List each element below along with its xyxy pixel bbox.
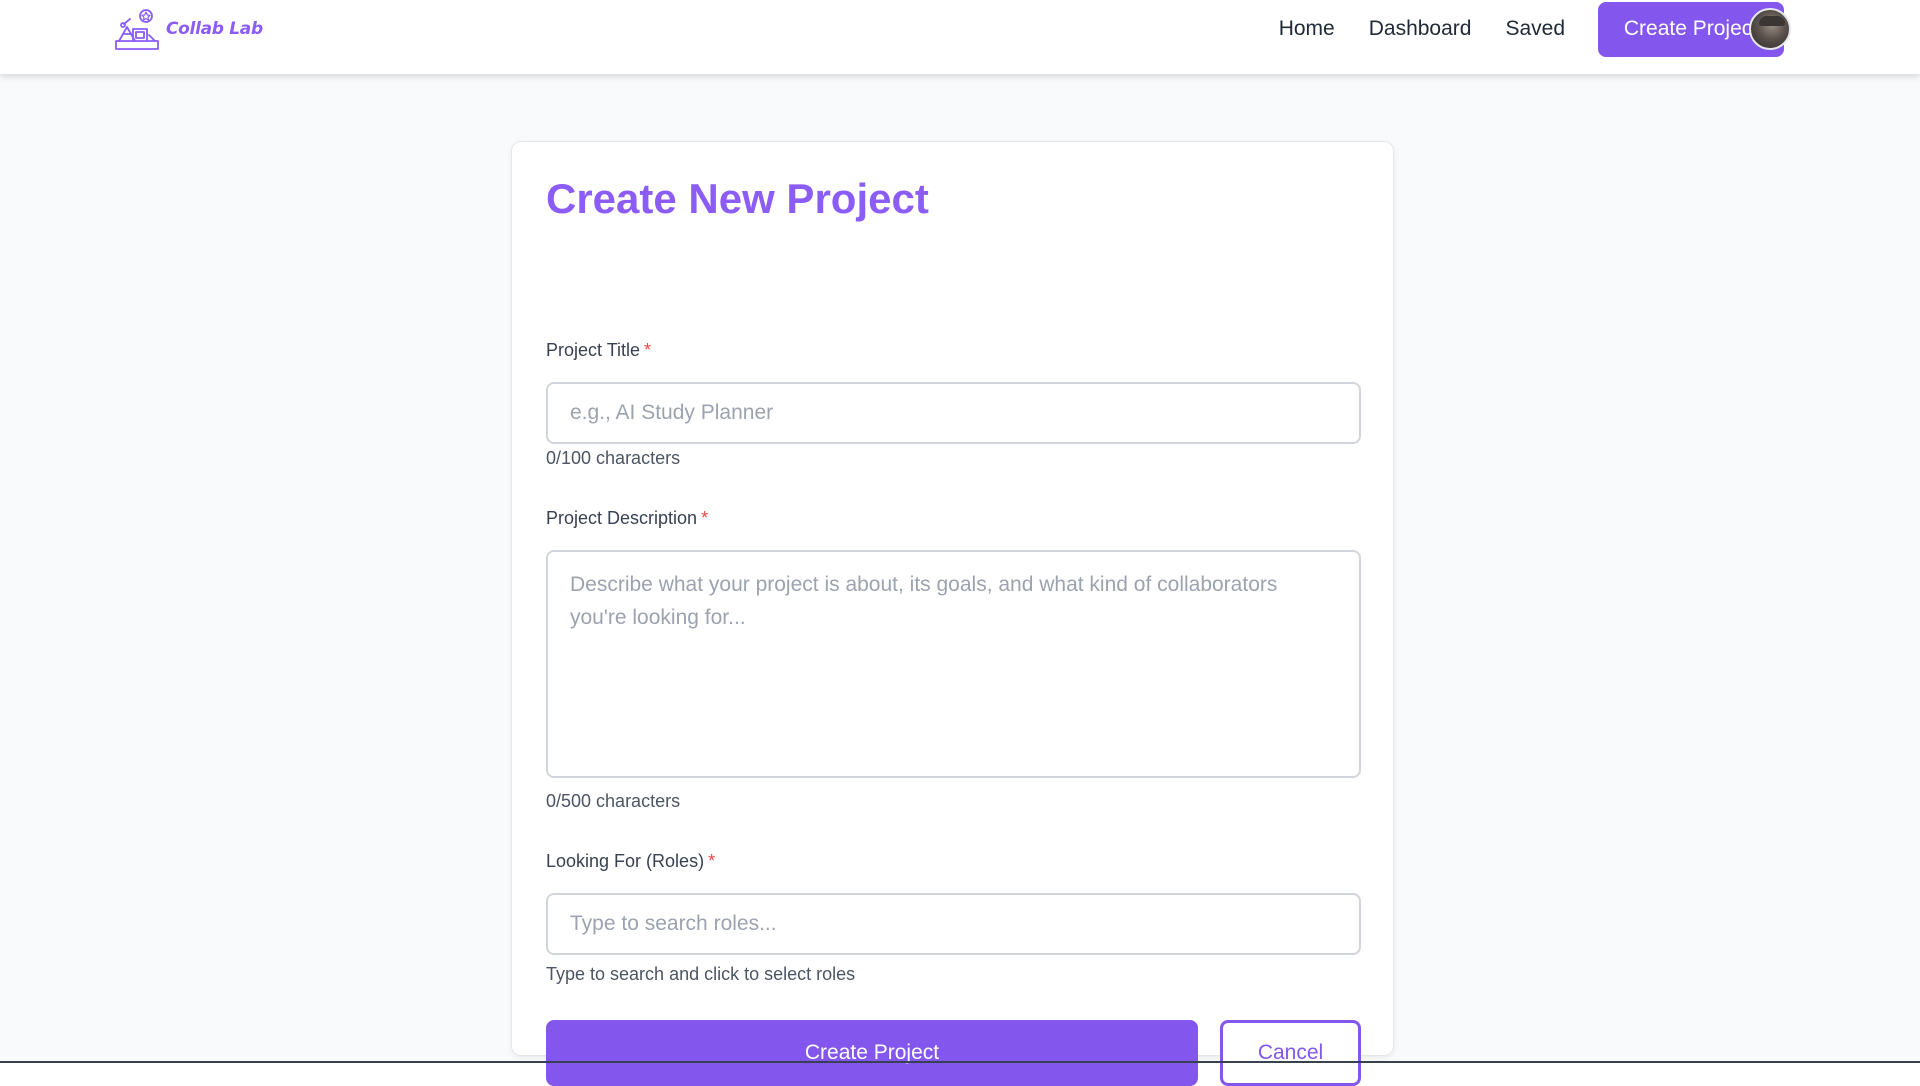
project-description-textarea[interactable] xyxy=(546,550,1361,778)
roles-label-text: Looking For (Roles) xyxy=(546,851,705,871)
user-avatar[interactable] xyxy=(1749,8,1791,50)
roles-search-input[interactable] xyxy=(546,893,1361,955)
required-asterisk: * xyxy=(644,340,652,360)
project-title-label-text: Project Title xyxy=(546,340,641,360)
nav-saved-link[interactable]: Saved xyxy=(1505,17,1565,41)
page-content: Create New Project Project Title* 0/100 … xyxy=(0,74,1920,1086)
cancel-button[interactable]: Cancel xyxy=(1220,1020,1361,1086)
top-navbar: Collab Lab Home Dashboard Saved Create P… xyxy=(0,0,1920,74)
project-description-label-text: Project Description xyxy=(546,508,698,528)
required-asterisk: * xyxy=(701,508,709,528)
brand-logo[interactable]: Collab Lab xyxy=(113,5,263,52)
roles-hint: Type to search and click to select roles xyxy=(546,964,856,984)
avatar-photo xyxy=(1759,16,1785,26)
create-project-form-card: Create New Project Project Title* 0/100 … xyxy=(511,141,1394,1086)
project-description-char-counter: 0/500 characters xyxy=(546,791,681,811)
main-nav: Home Dashboard Saved Create Project xyxy=(1279,0,1784,58)
project-title-char-counter: 0/100 characters xyxy=(546,448,681,468)
required-asterisk: * xyxy=(708,851,716,871)
collab-lab-logo-icon xyxy=(115,9,159,50)
project-title-label: Project Title * xyxy=(546,340,651,361)
roles-label: Looking For (Roles) * xyxy=(546,851,715,872)
page-title: Create New Project xyxy=(546,175,929,222)
project-title-input[interactable] xyxy=(546,382,1361,444)
nav-home-link[interactable]: Home xyxy=(1279,17,1335,41)
nav-dashboard-link[interactable]: Dashboard xyxy=(1369,17,1472,41)
create-project-submit-button[interactable]: Create Project xyxy=(546,1020,1198,1086)
project-description-label: Project Description * xyxy=(546,508,708,529)
brand-name: Collab Lab xyxy=(166,18,263,39)
